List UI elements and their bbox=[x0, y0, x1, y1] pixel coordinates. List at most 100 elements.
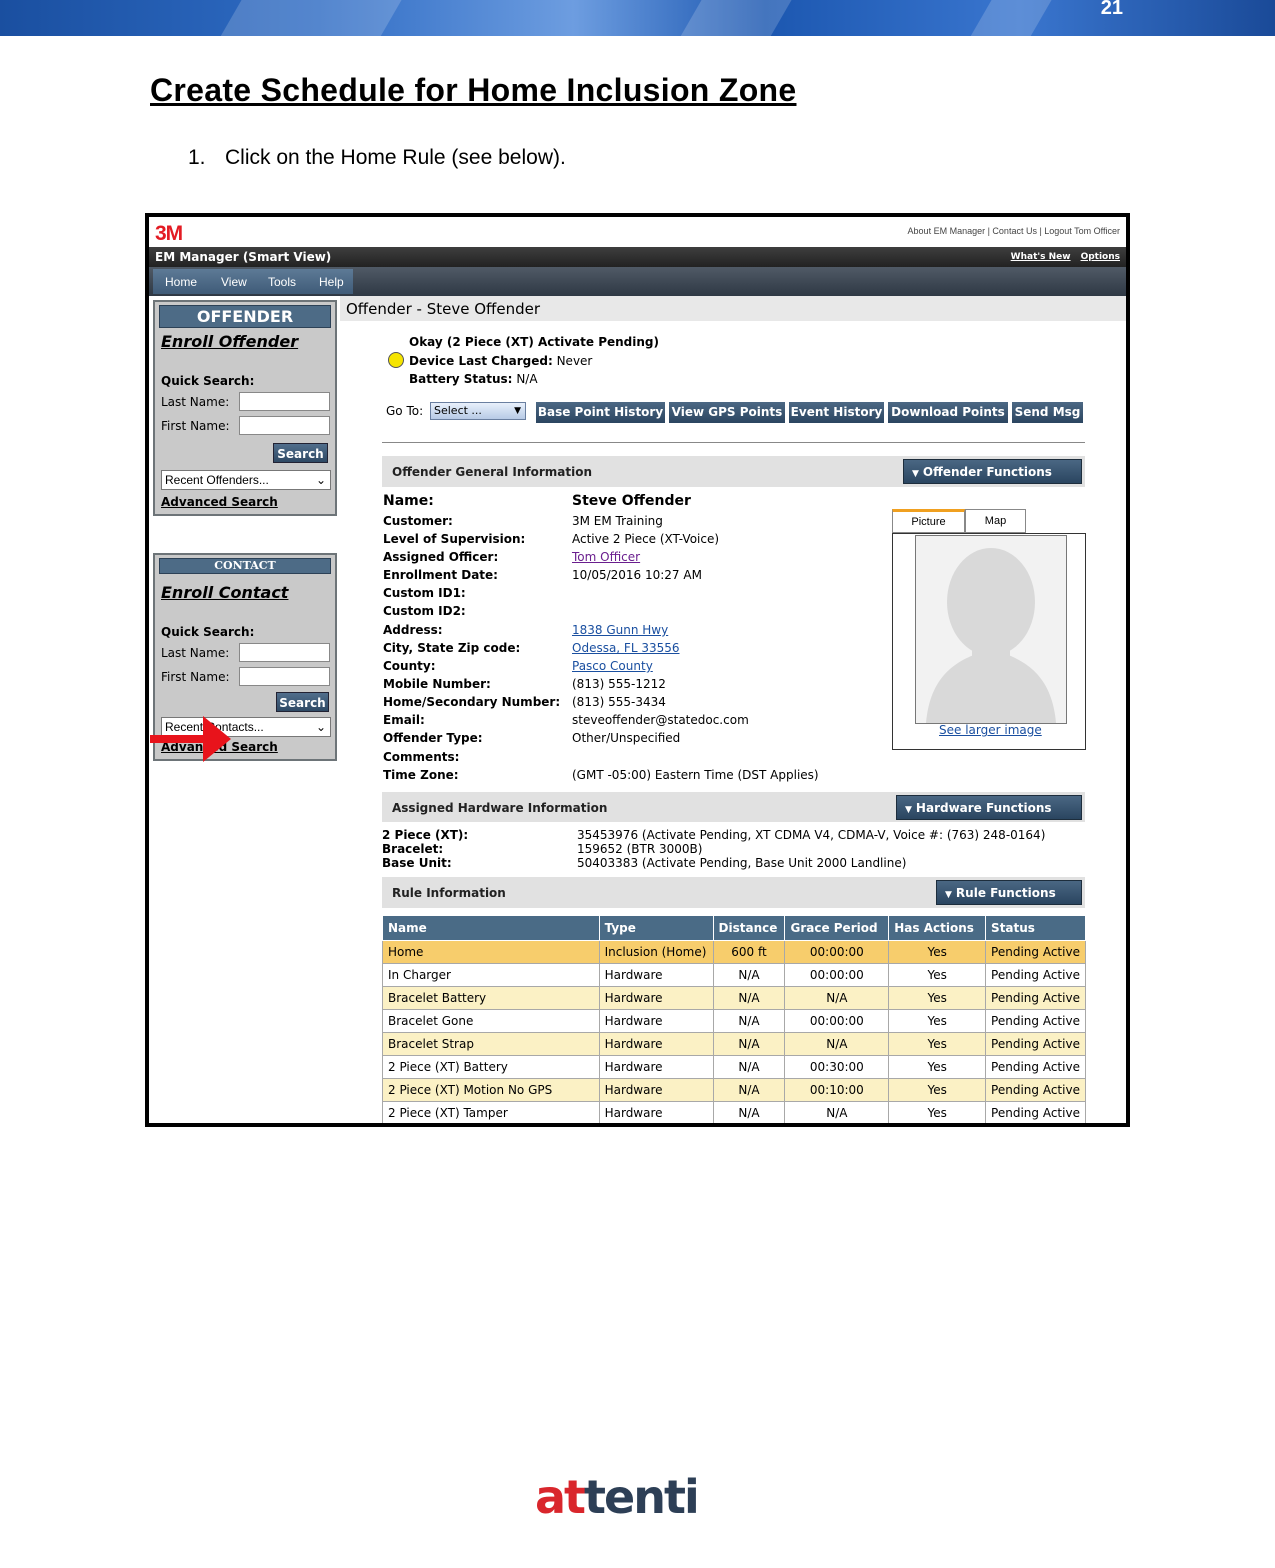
column-header-grace-period[interactable]: Grace Period bbox=[784, 915, 890, 941]
offender-advanced-search-link[interactable]: Advanced Search bbox=[161, 495, 278, 509]
goto-label: Go To: bbox=[386, 404, 424, 418]
menu-home[interactable]: Home bbox=[165, 275, 197, 289]
address-link[interactable]: 1838 Gunn Hwy bbox=[572, 623, 668, 637]
column-header-status[interactable]: Status bbox=[985, 915, 1086, 941]
rule-name[interactable]: 2 Piece (XT) Motion No GPS bbox=[382, 1078, 600, 1102]
hardware-functions-button[interactable]: ▼ Hardware Functions bbox=[896, 795, 1082, 820]
rule-has-actions: Yes bbox=[888, 963, 987, 987]
rule-has-actions: Yes bbox=[888, 986, 987, 1010]
rule-info-title: Rule Information bbox=[392, 886, 506, 900]
rule-type: Hardware bbox=[598, 986, 714, 1010]
offender-panel-header: OFFENDER bbox=[159, 305, 331, 328]
rule-row-home[interactable]: Home Inclusion (Home) 600 ft 00:00:00 Yes Pen… bbox=[382, 940, 1086, 964]
battery-status: Battery Status: N/A bbox=[409, 372, 538, 386]
rule-has-actions: Yes bbox=[888, 1101, 987, 1123]
recent-offenders-select[interactable]: Recent Offenders... ⌄ bbox=[161, 470, 331, 490]
offender-name: Steve Offender bbox=[572, 493, 691, 509]
field-label: Offender Type: bbox=[383, 731, 483, 745]
rule-name[interactable]: Home bbox=[382, 940, 600, 964]
whats-new-link[interactable]: What's New bbox=[1011, 252, 1071, 262]
enroll-offender-link[interactable]: Enroll Offender bbox=[161, 332, 298, 351]
tab-picture[interactable]: Picture bbox=[892, 509, 965, 533]
rule-distance: N/A bbox=[712, 986, 786, 1010]
send-msg-button[interactable]: Send Msg bbox=[1012, 402, 1083, 423]
goto-select[interactable]: Select ... ▼ bbox=[430, 402, 526, 420]
field-value: 10/05/2016 10:27 AM bbox=[572, 568, 702, 582]
triangle-down-icon: ▼ bbox=[912, 469, 919, 479]
rule-name[interactable]: In Charger bbox=[382, 963, 600, 987]
field-label: City, State Zip code: bbox=[383, 641, 521, 655]
rule-name[interactable]: Bracelet Battery bbox=[382, 986, 600, 1010]
rule-distance: N/A bbox=[712, 1055, 786, 1079]
rule-grace-period: 00:00:00 bbox=[784, 1009, 890, 1033]
hardware-label: Base Unit: bbox=[382, 856, 452, 870]
field-label: Email: bbox=[383, 713, 425, 727]
rule-name[interactable]: Bracelet Gone bbox=[382, 1009, 600, 1033]
column-header-name[interactable]: Name bbox=[382, 915, 600, 941]
column-header-distance[interactable]: Distance bbox=[712, 915, 786, 941]
rule-status: Pending Active bbox=[985, 1101, 1086, 1123]
offender-functions-button[interactable]: ▼ Offender Functions bbox=[903, 459, 1082, 484]
3m-logo: 3M bbox=[155, 222, 183, 245]
see-larger-image-link[interactable]: See larger image bbox=[939, 723, 1042, 737]
rule-type: Inclusion (Home) bbox=[598, 940, 714, 964]
view-gps-points-button[interactable]: View GPS Points bbox=[669, 402, 785, 423]
rule-type: Hardware bbox=[598, 1078, 714, 1102]
menu-view[interactable]: View bbox=[221, 275, 247, 289]
tab-map[interactable]: Map bbox=[965, 509, 1026, 533]
quick-search-label: Quick Search: bbox=[161, 625, 255, 639]
table-row[interactable]: 2 Piece (XT) Motion No GPS Hardware N/A 00:… bbox=[382, 1078, 1086, 1102]
chevron-down-icon: ⌄ bbox=[315, 473, 326, 487]
app-title: EM Manager (Smart View) bbox=[155, 250, 332, 264]
table-row[interactable]: Bracelet Gone Hardware N/A 00:00:00 Yes Pendi… bbox=[382, 1009, 1086, 1033]
rule-type: Hardware bbox=[598, 1032, 714, 1056]
offender-last-name-input[interactable] bbox=[239, 392, 330, 411]
field-label: Address: bbox=[383, 623, 443, 637]
table-header-row: Name Type Distance Grace Period Has Acti… bbox=[382, 915, 1086, 941]
rule-grace-period: 00:30:00 bbox=[784, 1055, 890, 1079]
rule-functions-button[interactable]: ▼ Rule Functions bbox=[936, 880, 1082, 905]
triangle-down-icon: ▼ bbox=[905, 805, 912, 815]
event-history-button[interactable]: Event History bbox=[789, 402, 884, 423]
rule-has-actions: Yes bbox=[888, 1009, 987, 1033]
hardware-value: 50403383 (Activate Pending, Base Unit 20… bbox=[577, 856, 907, 870]
city-link[interactable]: Odessa, FL 33556 bbox=[572, 641, 680, 655]
goto-select-value: Select ... bbox=[434, 404, 482, 417]
county-link[interactable]: Pasco County bbox=[572, 659, 653, 673]
options-link[interactable]: Options bbox=[1081, 252, 1120, 262]
rule-name[interactable]: 2 Piece (XT) Tamper bbox=[382, 1101, 600, 1123]
field-label: Custom ID2: bbox=[383, 604, 466, 618]
rule-distance: N/A bbox=[712, 1032, 786, 1056]
enroll-contact-link[interactable]: Enroll Contact bbox=[161, 583, 288, 602]
table-row[interactable]: Bracelet Battery Hardware N/A N/A Yes Pending… bbox=[382, 986, 1086, 1010]
battery-label: Battery Status: bbox=[409, 372, 513, 386]
download-points-button[interactable]: Download Points bbox=[888, 402, 1008, 423]
offender-first-name-input[interactable] bbox=[239, 416, 330, 435]
rule-name[interactable]: Bracelet Strap bbox=[382, 1032, 600, 1056]
rule-distance: N/A bbox=[712, 1009, 786, 1033]
rule-distance: N/A bbox=[712, 1078, 786, 1102]
menu-tools[interactable]: Tools bbox=[268, 275, 296, 289]
contact-last-name-input[interactable] bbox=[239, 643, 330, 662]
menu-help[interactable]: Help bbox=[319, 275, 344, 289]
field-label: Level of Supervision: bbox=[383, 532, 526, 546]
table-row[interactable]: 2 Piece (XT) Tamper Hardware N/A N/A Yes Pend… bbox=[382, 1101, 1086, 1123]
table-row[interactable]: In Charger Hardware N/A 00:00:00 Yes Pending … bbox=[382, 963, 1086, 987]
rule-name[interactable]: 2 Piece (XT) Battery bbox=[382, 1055, 600, 1079]
table-row[interactable]: 2 Piece (XT) Battery Hardware N/A 00:30:00 Y… bbox=[382, 1055, 1086, 1079]
offender-search-button[interactable]: Search bbox=[273, 443, 328, 463]
offender-photo[interactable] bbox=[915, 535, 1067, 724]
top-links[interactable]: About EM Manager | Contact Us | Logout T… bbox=[908, 226, 1120, 236]
rule-grace-period: 00:00:00 bbox=[784, 963, 890, 987]
table-row[interactable]: Bracelet Strap Hardware N/A N/A Yes Pending A… bbox=[382, 1032, 1086, 1056]
column-header-type[interactable]: Type bbox=[598, 915, 714, 941]
hardware-value: 159652 (BTR 3000B) bbox=[577, 842, 703, 856]
app-title-bar: EM Manager (Smart View) What's New Option… bbox=[149, 247, 1126, 267]
rule-grace-period: N/A bbox=[784, 1101, 890, 1123]
contact-first-name-input[interactable] bbox=[239, 667, 330, 686]
assigned-officer-link[interactable]: Tom Officer bbox=[572, 550, 640, 564]
base-point-history-button[interactable]: Base Point History bbox=[536, 402, 665, 423]
instruction-step: 1. Click on the Home Rule (see below). bbox=[188, 146, 566, 170]
contact-search-button[interactable]: Search bbox=[276, 692, 329, 712]
column-header-has-actions[interactable]: Has Actions bbox=[888, 915, 987, 941]
